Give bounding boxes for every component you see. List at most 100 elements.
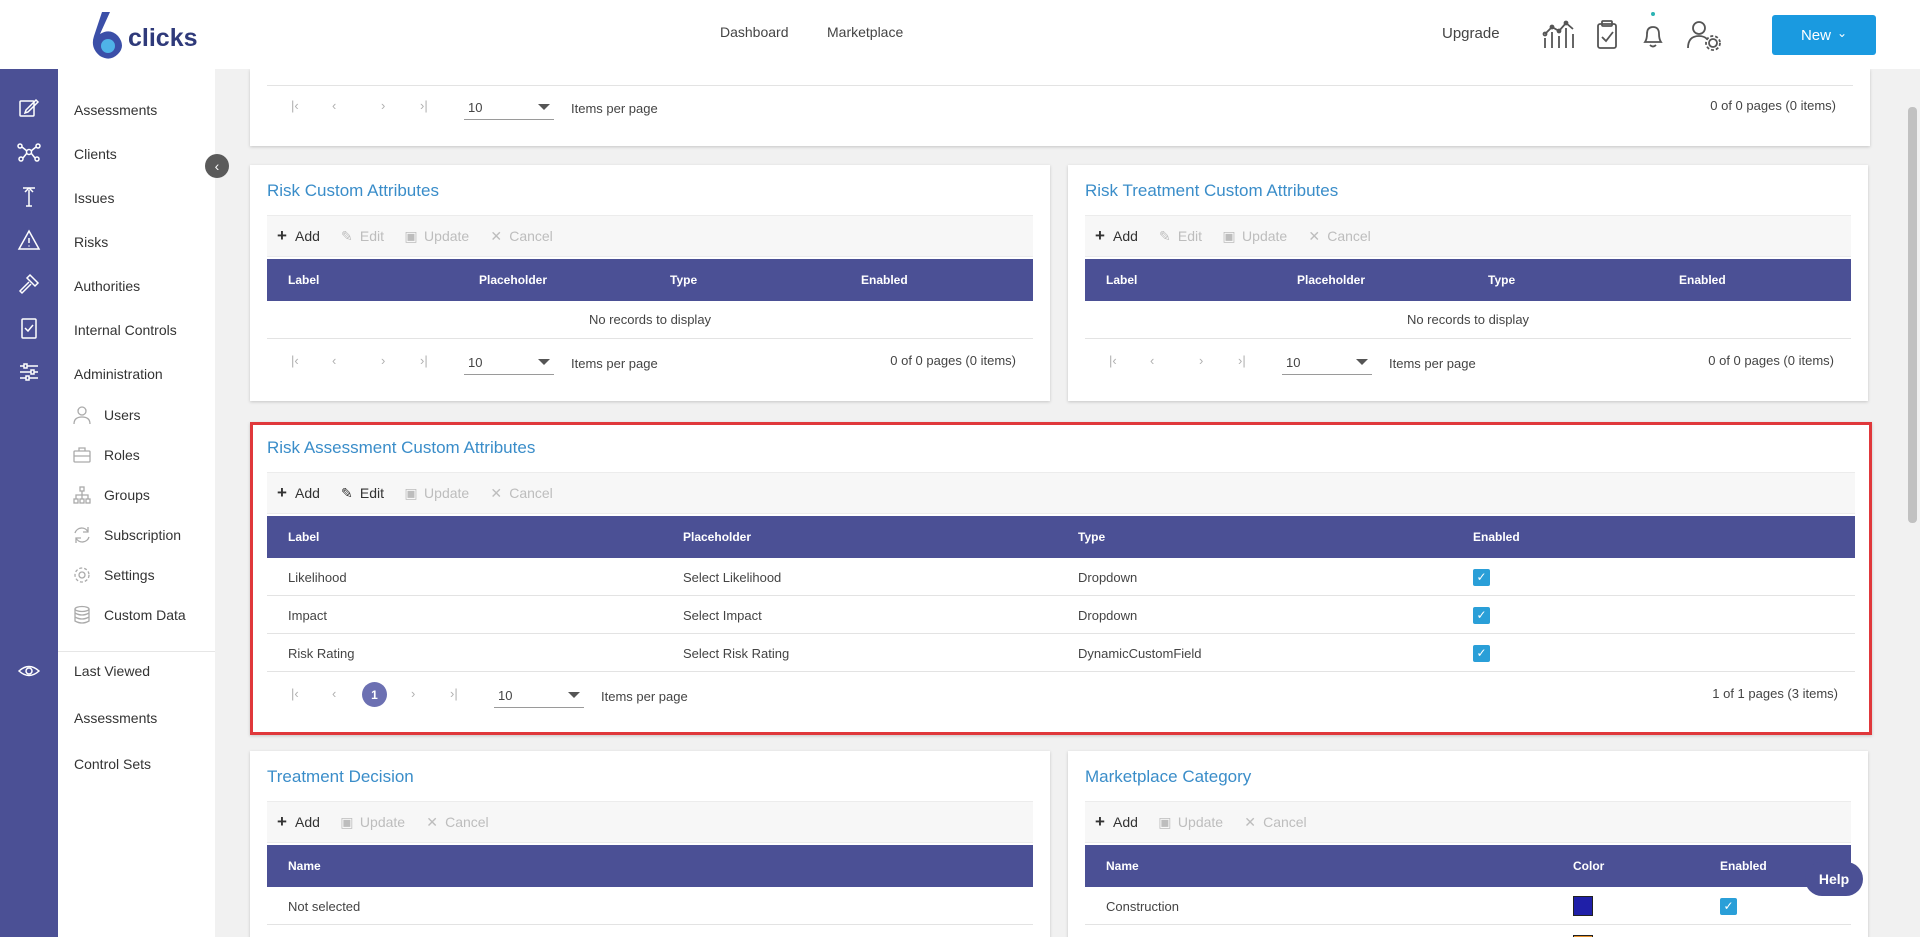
cancel-button[interactable]: ✕ Cancel: [1307, 228, 1370, 245]
column-header[interactable]: Type: [670, 273, 697, 287]
column-header[interactable]: Enabled: [1473, 530, 1520, 544]
new-button[interactable]: New ⌄: [1772, 15, 1876, 55]
table-row[interactable]: Risk Rating Select Risk Rating DynamicCu…: [267, 634, 1855, 672]
sidebar-item-roles[interactable]: Roles: [104, 447, 140, 463]
update-button[interactable]: ▣ Update: [404, 485, 469, 502]
table-row[interactable]: Construction ✓: [1085, 887, 1851, 925]
update-button[interactable]: ▣ Update: [404, 228, 469, 245]
upgrade-link[interactable]: Upgrade: [1442, 25, 1500, 42]
page-size-select[interactable]: 10: [464, 349, 554, 375]
enabled-checkbox[interactable]: ✓: [1473, 607, 1490, 624]
eye-icon[interactable]: [17, 659, 41, 683]
last-page-icon[interactable]: ›|: [450, 686, 458, 701]
sidebar-item-issues[interactable]: Issues: [74, 190, 114, 206]
sidebar-item-custom-data[interactable]: Custom Data: [104, 607, 186, 623]
current-page-button[interactable]: 1: [362, 682, 387, 707]
cancel-button[interactable]: ✕ Cancel: [489, 228, 552, 245]
column-header[interactable]: Type: [1078, 530, 1105, 544]
table-row[interactable]: Not selected: [267, 887, 1033, 925]
update-button[interactable]: ▣ Update: [1222, 228, 1287, 245]
cancel-button[interactable]: ✕ Cancel: [1243, 814, 1306, 831]
recent-item-assessments[interactable]: Assessments: [74, 710, 157, 726]
enabled-checkbox[interactable]: ✓: [1473, 569, 1490, 586]
sliders-icon[interactable]: [17, 360, 41, 384]
page-size-select[interactable]: 10: [494, 682, 584, 708]
gavel-icon[interactable]: [17, 272, 41, 296]
clipboard-check-icon[interactable]: [1590, 18, 1624, 52]
column-header[interactable]: Label: [288, 273, 319, 287]
update-button[interactable]: ▣ Update: [340, 814, 405, 831]
sidebar-item-groups[interactable]: Groups: [104, 487, 150, 503]
help-button[interactable]: Help: [1805, 862, 1863, 896]
next-page-icon[interactable]: ›: [381, 353, 385, 368]
column-header[interactable]: Enabled: [1679, 273, 1726, 287]
next-page-icon[interactable]: ›: [381, 98, 385, 113]
last-page-icon[interactable]: ›|: [420, 353, 428, 368]
first-page-icon[interactable]: |‹: [291, 353, 299, 368]
bell-icon[interactable]: [1636, 12, 1670, 52]
column-header[interactable]: Type: [1488, 273, 1515, 287]
network-icon[interactable]: [17, 140, 41, 164]
column-header[interactable]: Label: [288, 530, 319, 544]
next-page-icon[interactable]: ›: [1199, 353, 1203, 368]
page-size-select[interactable]: 10: [1282, 349, 1372, 375]
user-settings-icon[interactable]: [1686, 18, 1721, 52]
column-header[interactable]: Placeholder: [1297, 273, 1365, 287]
add-button[interactable]: + Add: [275, 812, 320, 832]
enabled-checkbox[interactable]: ✓: [1720, 898, 1737, 915]
sidebar-item-administration[interactable]: Administration: [74, 366, 163, 382]
sidebar-item-risks[interactable]: Risks: [74, 234, 108, 250]
sidebar-item-authorities[interactable]: Authorities: [74, 278, 140, 294]
sidebar-item-settings[interactable]: Settings: [104, 567, 155, 583]
warning-icon[interactable]: [17, 228, 41, 252]
last-page-icon[interactable]: ›|: [1238, 353, 1246, 368]
scrollbar-thumb[interactable]: [1908, 107, 1917, 523]
sidebar-item-subscription[interactable]: Subscription: [104, 527, 181, 543]
sidebar-item-last-viewed[interactable]: Last Viewed: [74, 663, 150, 679]
column-header[interactable]: Enabled: [861, 273, 908, 287]
first-page-icon[interactable]: |‹: [291, 686, 299, 701]
column-header[interactable]: Name: [1106, 859, 1139, 873]
column-header[interactable]: Color: [1573, 859, 1604, 873]
edit-button[interactable]: ✎ Edit: [340, 485, 384, 502]
add-button[interactable]: + Add: [1093, 226, 1138, 246]
column-header[interactable]: Placeholder: [479, 273, 547, 287]
edit-button[interactable]: ✎ Edit: [1158, 228, 1202, 245]
sidebar-item-internal-controls[interactable]: Internal Controls: [74, 322, 177, 338]
last-page-icon[interactable]: ›|: [420, 98, 428, 113]
first-page-icon[interactable]: |‹: [291, 98, 299, 113]
cancel-button[interactable]: ✕ Cancel: [425, 814, 488, 831]
edit-button[interactable]: ✎ Edit: [340, 228, 384, 245]
first-page-icon[interactable]: |‹: [1109, 353, 1117, 368]
column-header[interactable]: Placeholder: [683, 530, 751, 544]
page-size-select[interactable]: 10: [464, 94, 554, 120]
prev-page-icon[interactable]: ‹: [332, 686, 336, 701]
sidebar-item-assessments[interactable]: Assessments: [74, 102, 157, 118]
checklist-icon[interactable]: [17, 316, 41, 340]
add-button[interactable]: + Add: [275, 226, 320, 246]
column-header[interactable]: Enabled: [1720, 859, 1767, 873]
color-swatch[interactable]: [1573, 896, 1593, 916]
prev-page-icon[interactable]: ‹: [1150, 353, 1154, 368]
add-button[interactable]: + Add: [1093, 812, 1138, 832]
issues-icon[interactable]: [17, 184, 41, 208]
sidebar-item-clients[interactable]: Clients: [74, 146, 117, 162]
enabled-checkbox[interactable]: ✓: [1473, 645, 1490, 662]
prev-page-icon[interactable]: ‹: [332, 98, 336, 113]
nav-marketplace[interactable]: Marketplace: [827, 24, 903, 40]
cancel-button[interactable]: ✕ Cancel: [489, 485, 552, 502]
sidebar-item-users[interactable]: Users: [104, 407, 141, 423]
recent-item-control-sets[interactable]: Control Sets: [74, 756, 151, 772]
column-header[interactable]: Label: [1106, 273, 1137, 287]
vertical-scrollbar[interactable]: [1905, 69, 1920, 937]
column-header[interactable]: Name: [288, 859, 321, 873]
logo[interactable]: clicks: [88, 10, 198, 60]
update-button[interactable]: ▣ Update: [1158, 814, 1223, 831]
add-button[interactable]: + Add: [275, 483, 320, 503]
prev-page-icon[interactable]: ‹: [332, 353, 336, 368]
edit-icon[interactable]: [17, 96, 41, 120]
table-row[interactable]: Likelihood Select Likelihood Dropdown ✓: [267, 558, 1855, 596]
analytics-icon[interactable]: [1541, 18, 1575, 52]
nav-dashboard[interactable]: Dashboard: [720, 24, 789, 40]
table-row[interactable]: Impact Select Impact Dropdown ✓: [267, 596, 1855, 634]
